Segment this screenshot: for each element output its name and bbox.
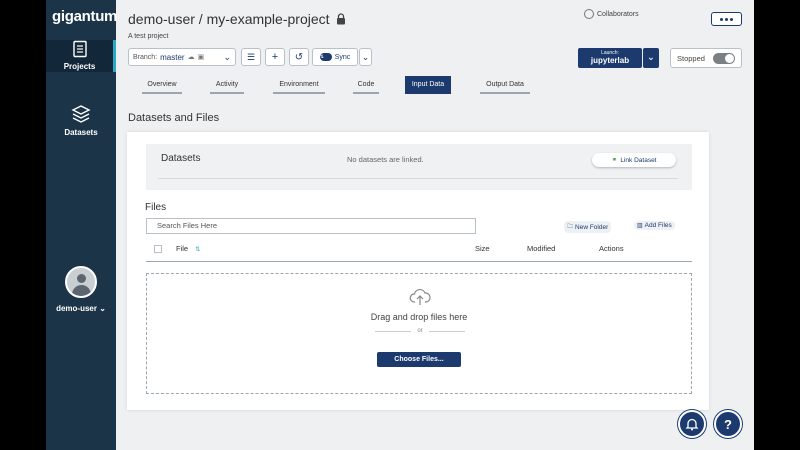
branch-name: master — [160, 52, 185, 62]
launch-options-button[interactable]: ⌄ — [643, 48, 659, 68]
chevron-down-icon: ⌄ — [223, 51, 231, 62]
notifications-button[interactable] — [678, 410, 706, 438]
avatar — [65, 266, 97, 298]
container-toggle[interactable] — [713, 53, 735, 64]
tab-output-data[interactable]: Output Data — [480, 76, 530, 94]
add-files-button[interactable]: ▥ Add Files — [634, 221, 675, 230]
column-file[interactable]: File ⇅ — [176, 244, 200, 253]
divider — [158, 178, 678, 179]
files-title: Files — [145, 202, 167, 213]
new-folder-label: New Folder — [575, 223, 609, 231]
launch-app: jupyterlab — [590, 56, 630, 65]
project-description: A test project — [128, 33, 169, 40]
column-size[interactable]: Size — [475, 244, 490, 253]
logo: gigantum — [52, 8, 118, 25]
chevron-down-icon: ⌄ — [361, 51, 370, 62]
help-icon: ? — [724, 416, 732, 432]
new-folder-button[interactable]: 🗀 New Folder — [564, 221, 612, 233]
launch-button[interactable]: Launch: jupyterlab — [578, 48, 642, 68]
sidebar-item-label: Datasets — [64, 128, 98, 137]
select-all-checkbox[interactable] — [154, 245, 162, 253]
container-status[interactable]: Stopped — [670, 48, 742, 68]
tab-overview[interactable]: Overview — [142, 76, 182, 94]
sync-icon: ⇅ — [319, 53, 332, 61]
datasets-title: Datasets — [161, 153, 201, 164]
datasets-empty-message: No datasets are linked. — [347, 155, 424, 164]
tab-environment[interactable]: Environment — [273, 76, 325, 94]
collaborators-label: Collaborators — [597, 10, 639, 18]
user-icon — [584, 9, 594, 19]
collaborators-button[interactable]: Collaborators — [584, 9, 639, 19]
section-title: Datasets and Files — [128, 112, 220, 124]
bell-icon — [685, 418, 699, 431]
add-files-label: Add Files — [644, 222, 672, 229]
more-actions-button[interactable] — [711, 12, 742, 26]
folder-icon: 🗀 — [567, 224, 574, 230]
chevron-down-icon: ⌄ — [646, 52, 656, 63]
main-content: demo-user / my-example-project A test pr… — [116, 0, 754, 450]
choose-files-button[interactable]: Choose Files... — [377, 352, 461, 367]
page-title: demo-user / my-example-project — [128, 11, 330, 27]
app-window: gigantum Projects Datasets demo-user ⌄ d… — [46, 0, 754, 450]
help-button[interactable]: ? — [714, 410, 742, 438]
or-text: or — [417, 328, 423, 334]
file-icon: ▥ — [637, 223, 643, 229]
branch-selector[interactable]: Branch: master ☁ ▣ ⌄ — [128, 48, 236, 66]
upload-cloud-icon — [409, 288, 431, 305]
reset-branch-button[interactable]: ↺ — [289, 48, 309, 66]
tab-input-data[interactable]: Input Data — [405, 76, 451, 94]
branch-prefix: Branch: — [133, 53, 158, 61]
list-icon: ☰ — [246, 51, 256, 62]
search-input[interactable]: Search Files Here — [146, 218, 476, 234]
file-table-header: File ⇅ Size Modified Actions — [146, 242, 692, 262]
sidebar: gigantum Projects Datasets demo-user ⌄ — [46, 0, 118, 450]
user-name: demo-user — [56, 304, 97, 313]
column-actions: Actions — [599, 244, 624, 253]
column-modified[interactable]: Modified — [527, 244, 555, 253]
sidebar-item-projects[interactable]: Projects — [46, 40, 116, 72]
user-menu[interactable]: demo-user ⌄ — [46, 266, 116, 313]
branch-list-button[interactable]: ☰ — [241, 48, 261, 66]
sync-button[interactable]: ⇅ Sync — [312, 48, 358, 66]
sort-icon: ⇅ — [195, 247, 201, 253]
tab-code[interactable]: Code — [353, 76, 379, 94]
cloud-icon: ☁ — [187, 54, 195, 61]
sidebar-item-datasets[interactable]: Datasets — [46, 104, 116, 144]
undo-icon: ↺ — [294, 51, 304, 63]
tab-bar: Overview Activity Environment Code Input… — [116, 76, 754, 96]
link-dataset-button[interactable]: ⚭ Link Dataset — [592, 153, 676, 167]
chevron-down-icon: ⌄ — [99, 304, 106, 313]
sync-options-button[interactable]: ⌄ — [359, 48, 372, 66]
create-branch-button[interactable]: + — [265, 48, 285, 66]
data-card: Datasets No datasets are linked. ⚭ Link … — [127, 132, 709, 410]
projects-icon — [72, 40, 87, 58]
computer-icon: ▣ — [197, 54, 205, 61]
link-icon: ⚭ — [611, 157, 618, 164]
file-dropzone[interactable]: Drag and drop files here or Choose Files… — [146, 273, 692, 394]
datasets-section: Datasets No datasets are linked. ⚭ Link … — [146, 144, 692, 190]
dropzone-text: Drag and drop files here — [370, 312, 468, 322]
link-dataset-label: Link Dataset — [620, 156, 657, 164]
plus-icon: + — [271, 51, 279, 63]
tab-activity[interactable]: Activity — [210, 76, 244, 94]
lock-icon — [337, 13, 345, 25]
datasets-icon — [71, 105, 91, 123]
sidebar-item-label: Projects — [63, 62, 96, 71]
status-label: Stopped — [677, 53, 705, 63]
sync-label: Sync — [334, 53, 351, 61]
